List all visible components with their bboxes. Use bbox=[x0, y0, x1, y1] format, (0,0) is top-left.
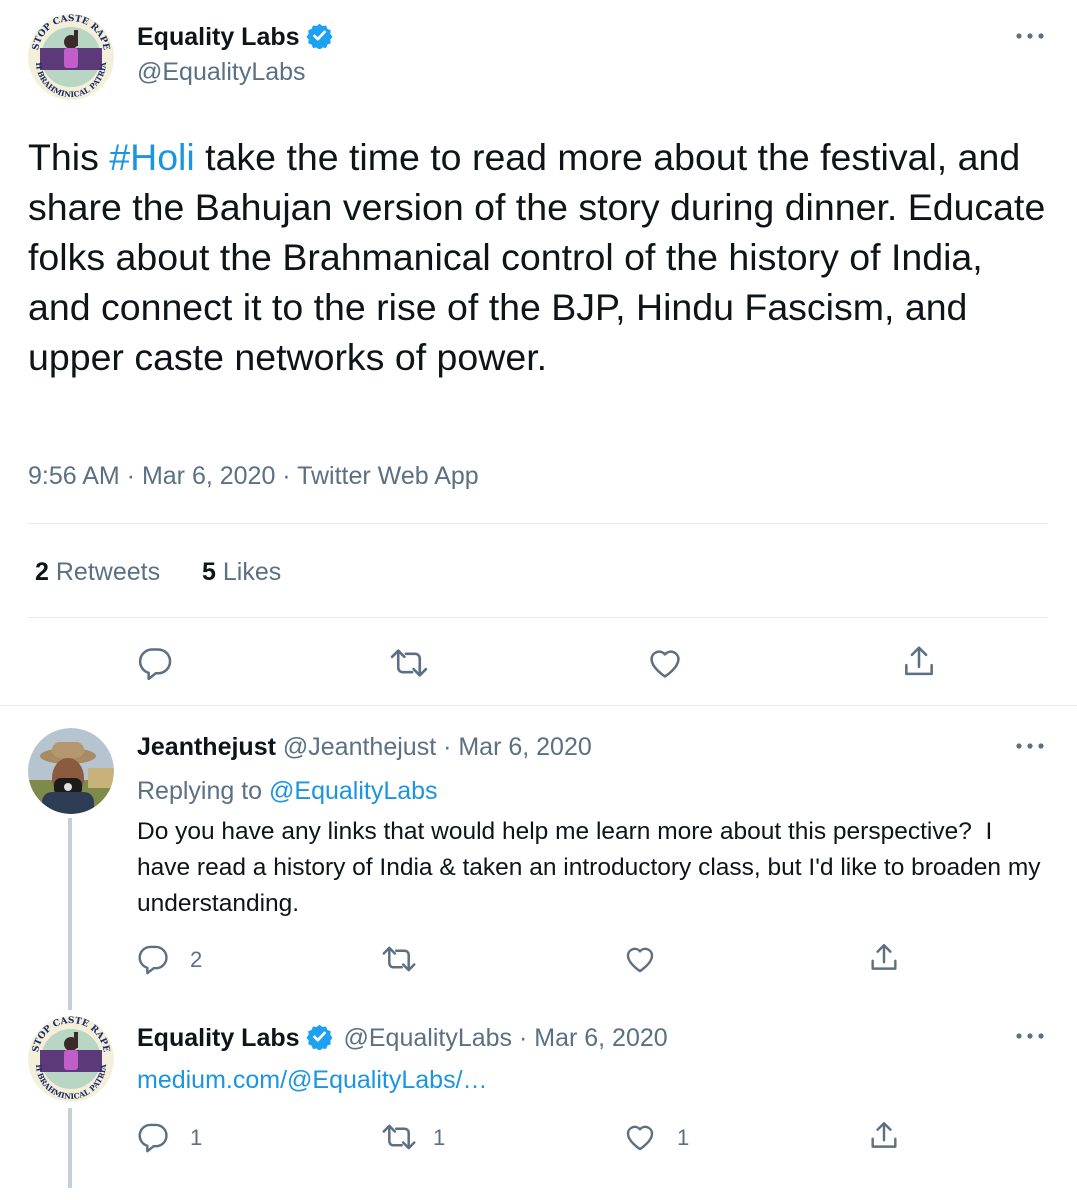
replying-to-link[interactable]: @EqualityLabs bbox=[269, 777, 438, 805]
retweets-label: Retweets bbox=[55, 558, 161, 586]
avatar-image: STOP CASTE RAPE SMASH BRAHMINICAL PATRIA… bbox=[28, 14, 114, 100]
retweet-icon[interactable] bbox=[381, 942, 417, 976]
verified-badge-icon bbox=[305, 23, 333, 49]
reply-author-avatar[interactable] bbox=[28, 728, 114, 814]
reply-icon[interactable] bbox=[136, 942, 170, 976]
reply-icon[interactable] bbox=[136, 644, 174, 682]
reply-author-name[interactable]: Jeanthejust bbox=[137, 733, 276, 761]
reply-header: Jeanthejust @Jeanthejust · Mar 6, 2020 bbox=[137, 733, 592, 762]
more-icon[interactable] bbox=[1010, 26, 1050, 46]
likes-label: Likes bbox=[222, 558, 282, 586]
share-icon[interactable] bbox=[867, 1118, 901, 1154]
replying-to: Replying to @EqualityLabs bbox=[137, 777, 438, 806]
reply-author-avatar[interactable]: STOP CASTE RAPE SMASH BRAHMINICAL PATRIA… bbox=[28, 1016, 114, 1102]
share-icon[interactable] bbox=[867, 940, 901, 976]
retweets-stat[interactable]: 2 Retweets bbox=[35, 558, 160, 587]
share-icon[interactable] bbox=[900, 642, 938, 682]
author-avatar[interactable]: STOP CASTE RAPE SMASH BRAHMINICAL PATRIA… bbox=[28, 14, 114, 100]
likes-stat[interactable]: 5 Likes bbox=[202, 558, 281, 587]
like-icon[interactable] bbox=[645, 644, 685, 682]
reply-author-name[interactable]: Equality Labs bbox=[137, 1024, 300, 1052]
verified-badge-icon bbox=[305, 1024, 333, 1050]
thread-line bbox=[68, 818, 72, 1010]
reply-header: Equality Labs @EqualityLabs · Mar 6, 202… bbox=[137, 1023, 668, 1053]
likes-count: 5 bbox=[202, 558, 216, 586]
reply-author-meta[interactable]: @EqualityLabs · Mar 6, 2020 bbox=[344, 1024, 668, 1052]
tweet-timestamp[interactable]: 9:56 AM · Mar 6, 2020 · Twitter Web App bbox=[28, 462, 479, 491]
hashtag-link[interactable]: #Holi bbox=[109, 136, 194, 178]
retweet-icon[interactable] bbox=[381, 1120, 417, 1154]
retweet-count: 1 bbox=[433, 1125, 446, 1150]
like-icon[interactable] bbox=[623, 1120, 657, 1154]
more-icon[interactable] bbox=[1010, 736, 1050, 756]
medium-link[interactable]: medium.com/@EqualityLabs/… bbox=[137, 1066, 488, 1095]
reply-count: 1 bbox=[190, 1125, 203, 1150]
author-name-row[interactable]: Equality Labs bbox=[137, 22, 333, 52]
author-handle[interactable]: @EqualityLabs bbox=[137, 58, 306, 87]
reply-icon[interactable] bbox=[136, 1120, 170, 1154]
reply-count: 2 bbox=[190, 947, 203, 972]
replying-to-label: Replying to bbox=[137, 777, 270, 805]
like-icon[interactable] bbox=[623, 942, 657, 976]
tweet-text-start: This bbox=[28, 136, 110, 178]
reply-author-meta[interactable]: @Jeanthejust · Mar 6, 2020 bbox=[283, 733, 592, 761]
tweet-text: This #Holi take the time to read more ab… bbox=[28, 132, 1053, 382]
avatar-image bbox=[28, 728, 114, 814]
like-count: 1 bbox=[677, 1125, 690, 1150]
author-name[interactable]: Equality Labs bbox=[137, 23, 300, 51]
divider bbox=[0, 705, 1077, 706]
retweets-count: 2 bbox=[35, 558, 49, 586]
divider bbox=[28, 617, 1048, 618]
thread-line bbox=[68, 1108, 72, 1188]
avatar-image: STOP CASTE RAPE SMASH BRAHMINICAL PATRIA… bbox=[28, 1016, 114, 1102]
more-icon[interactable] bbox=[1010, 1026, 1050, 1046]
divider bbox=[28, 523, 1048, 524]
reply-text: Do you have any links that would help me… bbox=[137, 818, 1048, 917]
retweet-icon[interactable] bbox=[389, 644, 429, 682]
